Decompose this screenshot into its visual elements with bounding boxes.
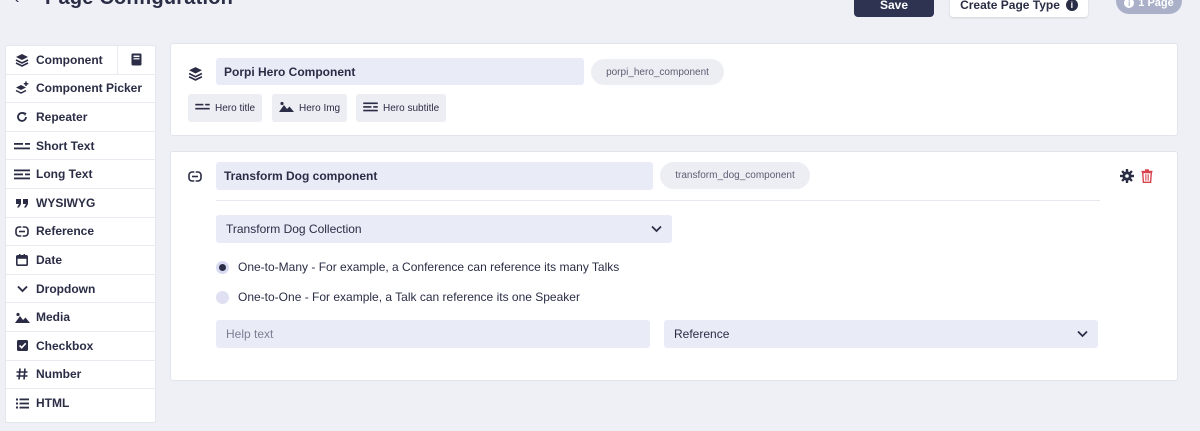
book-icon[interactable] [117,46,155,74]
back-arrow-icon[interactable]: ‹ [14,0,19,8]
layers-plus-icon [14,81,30,95]
sidebar-item-date[interactable]: Date [6,246,155,275]
radio-label: One-to-One - For example, a Talk can ref… [238,290,580,304]
sidebar-item-repeater[interactable]: Repeater [6,103,155,132]
sidebar-item-label: HTML [36,396,70,411]
sidebar-item-label: Media [36,310,71,325]
link-icon [14,224,30,238]
component-field-chip[interactable]: Hero subtitle [356,94,447,122]
field-type-select[interactable]: Reference [664,320,1098,348]
sidebar-item-component[interactable]: Component [6,46,155,75]
radio-one-to-many[interactable]: One-to-Many - For example, a Conference … [216,260,619,274]
repeat-icon [14,110,30,124]
sidebar-item-label: Component Picker [36,81,143,96]
sidebar-item-html[interactable]: HTML [6,389,155,418]
short-text-icon [195,102,210,114]
long-text-icon [363,101,378,115]
chevron-down-icon [651,222,662,236]
calendar-icon [14,253,30,267]
info-icon: i [1065,0,1078,11]
sidebar-item-wysiwyg[interactable]: WYSIWYG [6,189,155,218]
component-field-chip[interactable]: Hero title [188,94,263,122]
trash-icon[interactable] [1139,168,1155,184]
sidebar-item-label: Short Text [36,138,95,153]
image-icon [279,101,294,115]
sidebar-item-label: WYSIWYG [36,195,96,210]
chip-label: Hero Img [299,102,341,114]
sidebar-item-label: Repeater [36,109,88,124]
field-type-sidebar: Component Component Picker Repeater Shor… [5,45,156,423]
radio-button[interactable] [216,290,229,304]
help-text-input[interactable] [216,320,650,348]
card-divider [216,200,1100,201]
sidebar-item-short-text[interactable]: Short Text [6,132,155,161]
page-count-label: 1 Page [1138,0,1174,9]
sidebar-item-label: Reference [36,224,95,239]
layers-icon [187,65,203,81]
sidebar-item-label: Number [36,367,82,382]
chevron-down-icon [14,282,30,296]
radio-label: One-to-Many - For example, a Conference … [238,260,620,274]
radio-one-to-one[interactable]: One-to-One - For example, a Talk can ref… [216,290,580,304]
sidebar-item-label: Long Text [36,167,93,182]
component-field-chip[interactable]: Hero Img [272,94,348,122]
radio-button-selected[interactable] [216,260,229,274]
sidebar-item-dropdown[interactable]: Dropdown [6,275,155,304]
sidebar-item-checkbox[interactable]: Checkbox [6,332,155,361]
short-text-icon [14,139,30,153]
checkbox-icon [14,339,30,353]
page-count-badge[interactable]: i 1 Page [1116,0,1182,14]
field-type-select-value: Reference [674,327,730,341]
collection-select-value: Transform Dog Collection [226,222,362,236]
sidebar-item-label: Component [36,52,103,67]
sidebar-item-number[interactable]: Number [6,361,155,390]
gear-icon[interactable] [1119,168,1135,184]
reference-slug-badge: transform_dog_component [660,162,810,189]
component-name-field[interactable]: Porpi Hero Component [216,58,584,85]
quote-icon [14,196,30,210]
sidebar-item-label: Date [36,252,63,267]
long-text-icon [14,167,30,181]
save-button[interactable]: Save [854,0,934,17]
create-page-type-button[interactable]: Create Page Type i [950,0,1088,17]
chip-label: Hero subtitle [383,102,440,114]
sidebar-item-label: Checkbox [36,338,94,353]
sidebar-item-long-text[interactable]: Long Text [6,160,155,189]
component-slug-badge: porpi_hero_component [591,59,724,85]
reference-name-field[interactable]: Transform Dog component [216,162,653,190]
chevron-down-icon [1077,327,1088,341]
page-title: Page Configuration [45,0,233,10]
sidebar-item-label: Dropdown [36,281,96,296]
layers-icon [14,53,30,67]
image-icon [14,310,30,324]
sidebar-item-component-picker[interactable]: Component Picker [6,75,155,104]
list-icon [14,396,30,410]
link-icon [187,169,203,183]
page-header: ‹ Page Configuration Save Create Page Ty… [0,0,1200,20]
reference-card: Transform Dog component transform_dog_co… [170,151,1178,381]
collection-select[interactable]: Transform Dog Collection [216,215,672,243]
sidebar-item-reference[interactable]: Reference [6,218,155,247]
chip-label: Hero title [215,102,256,114]
sidebar-item-media[interactable]: Media [6,303,155,332]
hash-icon [14,367,30,381]
component-card: Porpi Hero Component porpi_hero_componen… [170,43,1178,136]
info-icon: i [1124,0,1135,8]
create-page-type-label: Create Page Type [960,0,1060,12]
